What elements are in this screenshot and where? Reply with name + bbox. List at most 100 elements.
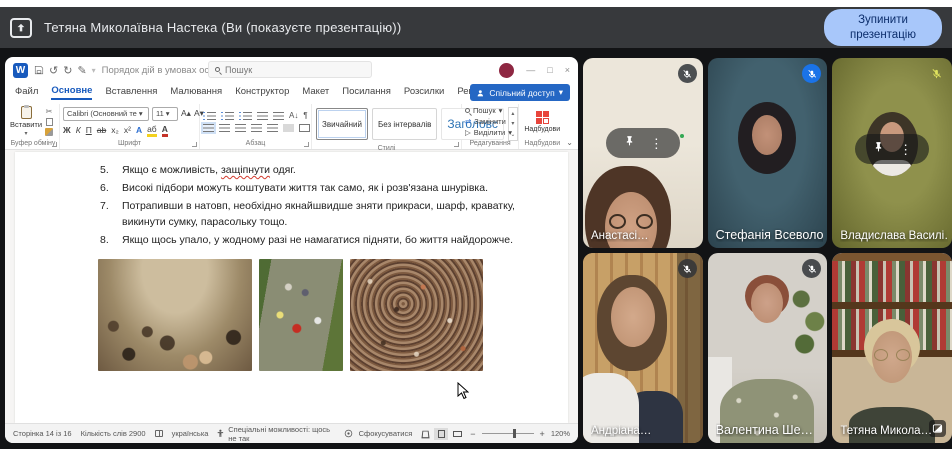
dialog-launcher-icon[interactable] bbox=[454, 142, 459, 147]
style-no-spacing[interactable]: Без інтервалів bbox=[372, 108, 437, 140]
more-options-button[interactable]: ⋮ bbox=[899, 143, 912, 156]
list-item: 7.Потрапивши в натовп, необхідно якнайшв… bbox=[100, 198, 548, 230]
decrease-indent-icon[interactable] bbox=[257, 112, 268, 120]
zoom-slider-thumb[interactable] bbox=[513, 429, 516, 438]
participant-tile-andriana[interactable]: Андріана… bbox=[583, 253, 703, 443]
zoom-in-button[interactable]: + bbox=[540, 429, 545, 439]
participant-tile-stefaniia[interactable]: Стефанія Всеволод… bbox=[708, 58, 828, 248]
page-indicator[interactable]: Сторінка 14 із 16 bbox=[13, 429, 72, 438]
underline-button[interactable]: П bbox=[86, 125, 92, 135]
mic-off-icon bbox=[678, 259, 697, 278]
numbered-list-icon[interactable] bbox=[221, 112, 234, 120]
maximize-button[interactable]: □ bbox=[547, 65, 552, 75]
account-avatar[interactable] bbox=[499, 63, 514, 78]
tab-home[interactable]: Основне bbox=[51, 85, 92, 100]
participant-tile-tetiana-self[interactable]: Тетяна Микола… bbox=[832, 253, 952, 443]
addins-button[interactable]: Надбудови bbox=[522, 105, 562, 138]
superscript-button[interactable]: х² bbox=[124, 125, 131, 135]
more-options-button[interactable]: ⋮ bbox=[650, 137, 663, 150]
align-center-icon[interactable] bbox=[219, 124, 230, 132]
increase-indent-icon[interactable] bbox=[273, 112, 284, 120]
tab-references[interactable]: Посилання bbox=[342, 86, 391, 99]
print-layout-icon[interactable] bbox=[434, 428, 448, 440]
minimize-button[interactable]: — bbox=[526, 65, 535, 75]
align-left-icon[interactable] bbox=[203, 124, 214, 132]
word-count[interactable]: Кількість слів 2900 bbox=[81, 429, 146, 438]
save-icon[interactable] bbox=[34, 65, 44, 75]
ribbon: Вставити ▾ ✂ Буфер обміну Calibri (Осн bbox=[5, 102, 578, 150]
tab-layout[interactable]: Макет bbox=[302, 86, 329, 99]
web-layout-icon[interactable] bbox=[450, 428, 464, 440]
collapse-ribbon-icon[interactable]: ⌄ bbox=[565, 104, 576, 149]
read-mode-icon[interactable] bbox=[418, 428, 432, 440]
paragraph-group: А↓ ¶ Абзац bbox=[200, 104, 312, 149]
font-size-select[interactable]: 11▾ bbox=[152, 107, 178, 121]
find-button[interactable]: Пошук▾ bbox=[465, 106, 512, 115]
strikethrough-button[interactable]: ab bbox=[97, 125, 106, 135]
avatar bbox=[738, 102, 796, 174]
bold-button[interactable]: Ж bbox=[63, 125, 71, 135]
search-box[interactable] bbox=[208, 61, 372, 78]
borders-icon[interactable] bbox=[299, 124, 310, 132]
dialog-launcher-icon[interactable] bbox=[304, 142, 309, 147]
tab-mailings[interactable]: Розсилки bbox=[404, 86, 444, 99]
select-button[interactable]: ▷Виділити▾ bbox=[465, 128, 512, 137]
focus-mode-button[interactable]: Сфокусуватися bbox=[359, 429, 413, 438]
zoom-level[interactable]: 120% bbox=[551, 429, 570, 438]
redo-icon[interactable]: ↻ bbox=[63, 64, 72, 77]
customize-qat-icon[interactable]: ▾ bbox=[92, 66, 96, 75]
replace-button[interactable]: ⇄Замінити bbox=[465, 117, 512, 126]
share-button[interactable]: Спільний доступ ▾ bbox=[470, 84, 570, 101]
bullet-list-icon[interactable] bbox=[203, 112, 216, 120]
line-spacing-icon[interactable] bbox=[267, 124, 278, 132]
tab-insert[interactable]: Вставлення bbox=[105, 86, 157, 99]
highlight-button[interactable]: аб bbox=[147, 124, 157, 137]
language-indicator[interactable]: українська bbox=[172, 429, 209, 438]
proofing-icon[interactable] bbox=[155, 430, 163, 437]
dialog-launcher-icon[interactable] bbox=[52, 142, 57, 147]
sort-icon[interactable]: А↓ bbox=[289, 111, 298, 120]
dense-crowd-photo[interactable] bbox=[350, 259, 483, 371]
dialog-launcher-icon[interactable] bbox=[192, 142, 197, 147]
pin-button[interactable] bbox=[623, 134, 636, 152]
format-painter-icon[interactable] bbox=[45, 128, 53, 136]
participant-tile-valentyna[interactable]: Валентина Ше… bbox=[708, 253, 828, 443]
participant-video bbox=[708, 253, 828, 443]
align-right-icon[interactable] bbox=[235, 124, 246, 132]
accessibility-status[interactable]: Спеціальні можливості: щось не так bbox=[228, 425, 334, 443]
styles-group: Звичайний Без інтервалів Заголовс ▴▾⌄ Ст… bbox=[312, 104, 462, 149]
close-button[interactable]: × bbox=[565, 65, 570, 75]
participant-tile-anastasiia[interactable]: ⋮ Анастасі… bbox=[583, 58, 703, 248]
tab-draw[interactable]: Малювання bbox=[170, 86, 222, 99]
list-item: 8.Якщо щось упало, у жодному разі не нам… bbox=[100, 232, 548, 248]
participant-tile-vladyslava[interactable]: ⋮ Владислава Василі… bbox=[832, 58, 952, 248]
hillside-crowd-photo[interactable] bbox=[259, 259, 343, 371]
tab-file[interactable]: Файл bbox=[15, 86, 38, 99]
text-effects-button[interactable]: А bbox=[136, 125, 142, 135]
italic-button[interactable]: К bbox=[76, 125, 81, 135]
tab-design[interactable]: Конструктор bbox=[235, 86, 289, 99]
zoom-out-button[interactable]: − bbox=[470, 429, 475, 439]
zoom-slider[interactable] bbox=[482, 433, 534, 434]
multilevel-list-icon[interactable] bbox=[239, 112, 252, 120]
font-color-button[interactable]: А bbox=[162, 124, 168, 137]
pen-icon[interactable]: ✎ bbox=[77, 64, 86, 77]
document-page[interactable]: 5.Якщо є можливість, защіпнути одяг. 6.В… bbox=[15, 152, 568, 423]
chevron-down-icon: ▾ bbox=[24, 130, 27, 137]
shading-icon[interactable] bbox=[283, 124, 294, 132]
font-name-select[interactable]: Calibri (Основний те▾ bbox=[63, 107, 149, 121]
share-person-icon bbox=[477, 89, 485, 97]
copy-icon[interactable] bbox=[46, 118, 53, 126]
paste-button[interactable]: Вставити ▾ bbox=[10, 105, 42, 138]
stop-presentation-button[interactable]: Зупинити презентацію bbox=[824, 9, 942, 46]
style-normal[interactable]: Звичайний bbox=[316, 108, 368, 140]
search-input[interactable] bbox=[225, 65, 345, 75]
pilcrow-icon[interactable]: ¶ bbox=[303, 111, 307, 120]
justify-icon[interactable] bbox=[251, 124, 262, 132]
subscript-button[interactable]: х₂ bbox=[111, 125, 119, 135]
pin-button[interactable] bbox=[872, 140, 885, 158]
cut-icon[interactable]: ✂ bbox=[46, 107, 53, 116]
grow-font-button[interactable]: А▴ bbox=[181, 108, 191, 119]
undo-icon[interactable]: ↺ bbox=[49, 64, 58, 77]
metro-crowd-photo[interactable] bbox=[98, 259, 252, 371]
